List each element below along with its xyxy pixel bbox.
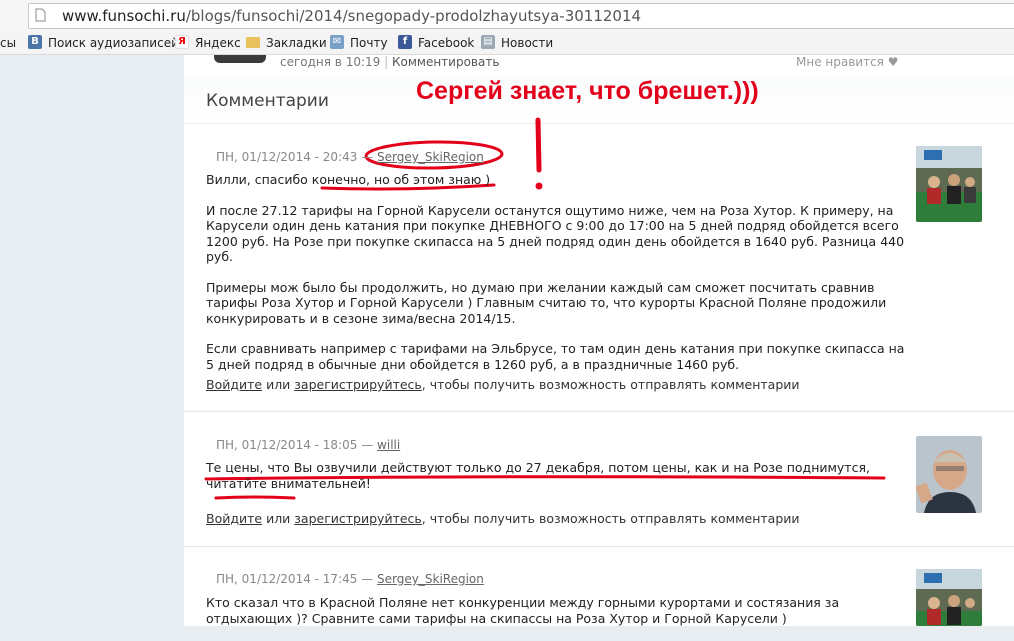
folder-icon: [246, 37, 260, 48]
comment-paragraph: Если сравнивать например с тарифами на Э…: [206, 341, 905, 372]
comment-meta: ПН, 01/12/2014 - 20:43 — Sergey_SkiRegio…: [216, 150, 484, 164]
comment-avatar: [916, 436, 982, 513]
comment-login-prompt: Войдите или зарегистрируйтесь, чтобы пол…: [206, 511, 800, 526]
comment-body: Кто сказал что в Красной Поляне нет конк…: [206, 595, 906, 641]
avatar-photo: [916, 569, 982, 626]
vk-icon: В: [28, 35, 42, 49]
page-content: сегодня в 10:19 | Комментировать Мне нра…: [184, 55, 1014, 626]
bookmark-audio-search[interactable]: В Поиск аудиозаписей: [28, 35, 179, 51]
url-path: /blogs/funsochi/2014/snegopady-prodolzha…: [185, 7, 642, 25]
login-link[interactable]: Войдите: [206, 377, 262, 392]
facebook-icon: f: [398, 35, 412, 49]
register-link[interactable]: зарегистрируйтесь: [294, 377, 422, 392]
page-icon: [35, 8, 46, 22]
bookmark-folder[interactable]: Закладки: [246, 35, 327, 51]
comment-body: Те цены, что Вы озвучили действуют тольк…: [206, 460, 896, 506]
comment-paragraph: И после 27.12 тарифы на Горной Карусели …: [206, 202, 905, 265]
register-link[interactable]: зарегистрируйтесь: [294, 511, 422, 526]
yandex-icon: Я: [175, 35, 189, 49]
bookmark-mail[interactable]: ✉ Почту: [330, 35, 388, 51]
comment-login-prompt: Войдите или зарегистрируйтесь, чтобы пол…: [206, 377, 800, 392]
bookmark-partial[interactable]: сы: [0, 35, 16, 51]
url-host: www.funsochi.ru: [62, 7, 186, 25]
url-text: www.funsochi.ru/blogs/funsochi/2014/sneg…: [62, 7, 641, 25]
bookmark-facebook[interactable]: f Facebook: [398, 35, 474, 51]
avatar-photo: [916, 146, 982, 222]
bookmark-yandex[interactable]: Я Яндекс: [175, 35, 241, 51]
bookmarks-bar: сы В Поиск аудиозаписей Я Яндекс Закладки …: [0, 32, 1014, 55]
address-bar: www.funsochi.ru/blogs/funsochi/2014/sneg…: [0, 0, 1014, 33]
comment-paragraph: Примеры мож было бы продолжить, но думаю…: [206, 279, 887, 326]
comment-paragraph: Кто сказал что в Красной Поляне нет конк…: [206, 595, 840, 626]
comment-avatar: [916, 569, 982, 626]
avatar-photo: [916, 436, 982, 513]
comment-author-link[interactable]: Sergey_SkiRegion: [377, 572, 484, 586]
mail-icon: ✉: [330, 35, 344, 49]
comment-divider: [184, 546, 1014, 547]
news-icon: ▤: [481, 35, 495, 49]
comment-author-link[interactable]: Sergey_SkiRegion: [377, 150, 484, 164]
login-link[interactable]: Войдите: [206, 511, 262, 526]
comment-avatar: [916, 146, 982, 222]
comment-author-link[interactable]: willi: [377, 438, 400, 452]
bookmark-news[interactable]: ▤ Новости: [481, 35, 553, 51]
url-input[interactable]: www.funsochi.ru/blogs/funsochi/2014/sneg…: [28, 3, 1014, 29]
comment-body: Вилли, спасибо конечно, но об этом знаю …: [206, 172, 906, 387]
comment-divider: [184, 411, 1014, 412]
comment-paragraph: Вилли, спасибо конечно, но об этом знаю …: [206, 172, 491, 187]
comment-paragraph: Те цены, что Вы озвучили действуют тольк…: [206, 460, 870, 491]
comment-meta: ПН, 01/12/2014 - 18:05 — willi: [216, 438, 401, 452]
comment-meta: ПН, 01/12/2014 - 17:45 — Sergey_SkiRegio…: [216, 572, 484, 586]
